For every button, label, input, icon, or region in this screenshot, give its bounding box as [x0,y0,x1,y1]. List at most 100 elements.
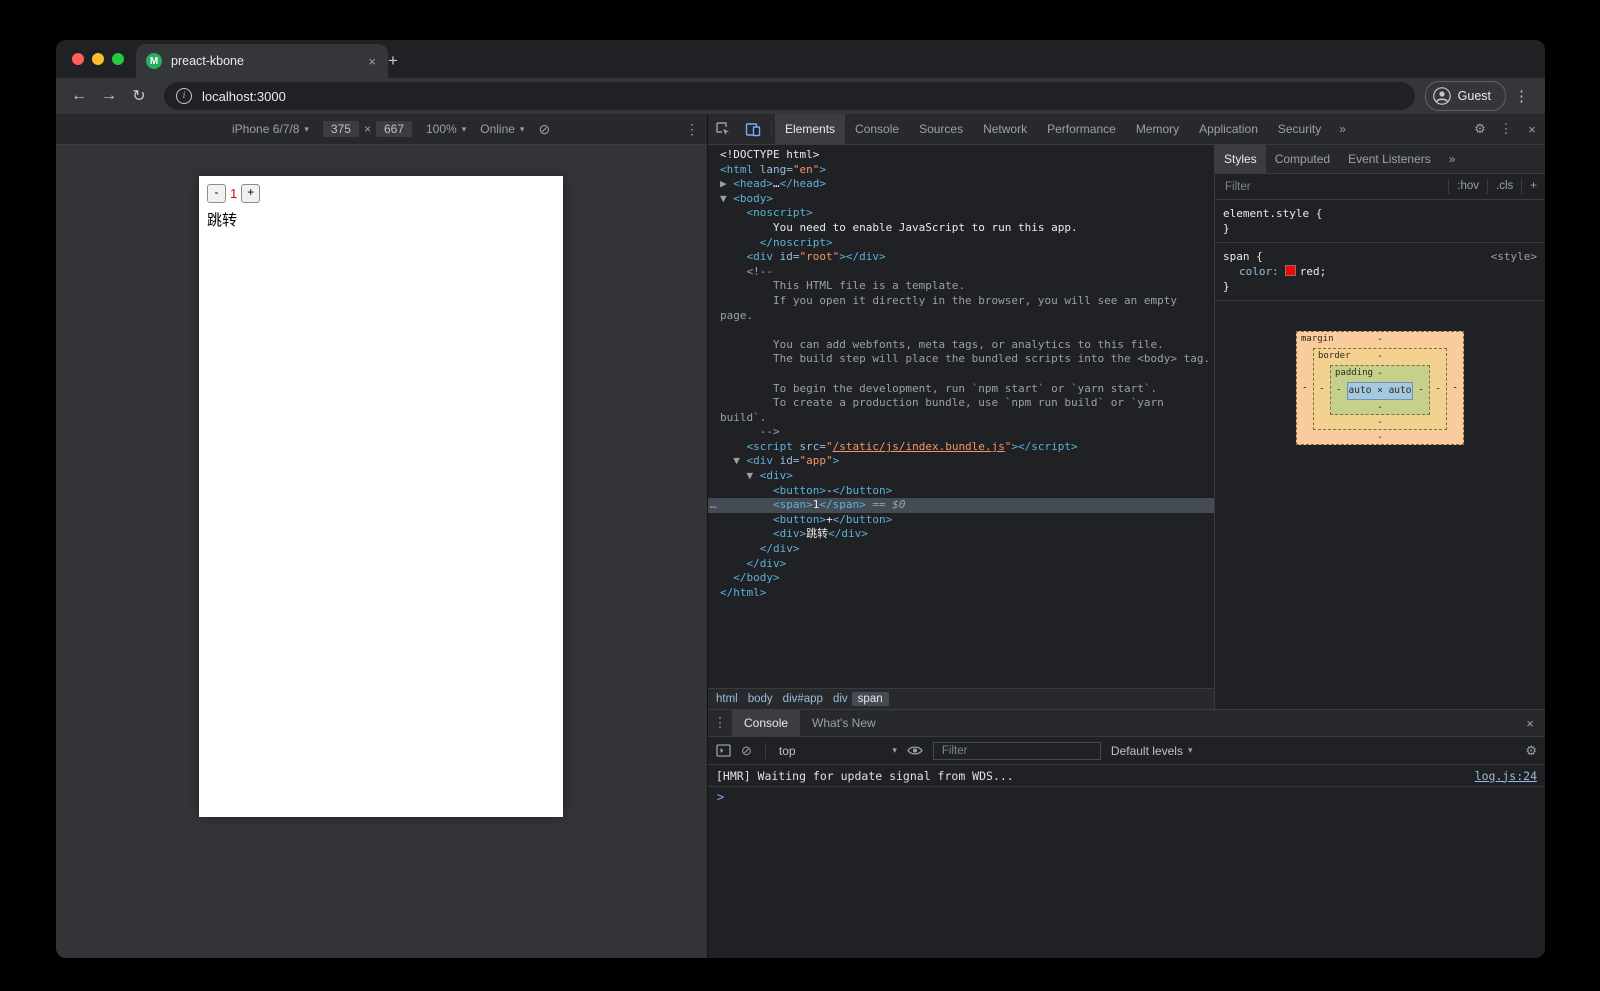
css-declaration[interactable]: color:red; [1223,264,1537,279]
node-menu-dots[interactable]: … [710,498,717,513]
devtools-tab-application[interactable]: Application [1189,114,1268,144]
rule-selector[interactable]: span { [1223,249,1263,264]
toggle-class-button[interactable]: .cls [1487,179,1521,194]
console-prompt[interactable]: > [708,787,1545,807]
dom-tree-line[interactable]: </html> [708,586,1214,601]
dom-tree-line[interactable]: You need to enable JavaScript to run thi… [708,221,1214,236]
dom-tree-line[interactable]: <noscript> [708,206,1214,221]
device-height-input[interactable]: 667 [376,121,412,137]
more-tabs-icon[interactable]: » [1331,114,1354,144]
breadcrumb-div-app[interactable]: div#app [783,693,823,705]
rule-source-link[interactable]: <style> [1491,249,1537,264]
devtools-settings-icon[interactable]: ⚙ [1467,121,1493,137]
reload-icon[interactable]: ↻ [124,86,154,106]
throttling-select[interactable]: Online ▾ [480,122,524,136]
inspect-element-icon[interactable] [708,114,738,144]
console-sidebar-icon[interactable] [716,744,731,757]
profile-button[interactable]: Guest [1425,81,1506,111]
dom-tree-line[interactable]: <!DOCTYPE html> [708,148,1214,163]
dom-tree-line[interactable]: ▶ <head>…</head> [708,177,1214,192]
devtools-tab-memory[interactable]: Memory [1126,114,1189,144]
devtools-tab-performance[interactable]: Performance [1037,114,1126,144]
live-expression-eye-icon[interactable] [907,745,923,756]
dom-tree-line[interactable]: The build step will place the bundled sc… [708,352,1214,367]
device-width-input[interactable]: 375 [323,121,359,137]
dom-tree-line[interactable]: <div id="root"></div> [708,250,1214,265]
dom-tree-line[interactable]: </noscript> [708,236,1214,251]
url-bar[interactable]: i localhost:3000 [164,82,1415,110]
color-swatch[interactable] [1285,265,1296,276]
styles-more-tabs-icon[interactable]: » [1440,145,1465,173]
box-model-margin[interactable]: margin - - - - border - - - - [1296,331,1464,445]
devtools-tab-elements[interactable]: Elements [775,114,845,144]
console-tab-console[interactable]: Console [732,710,800,736]
window-zoom-button[interactable] [112,53,124,65]
dom-tree-line[interactable]: <button>+</button> [708,513,1214,528]
window-close-button[interactable] [72,53,84,65]
drawer-menu-icon[interactable]: ⋮ [708,715,732,731]
dom-tree-line[interactable]: ▼ <div> [708,469,1214,484]
new-style-rule-button[interactable]: + [1521,179,1545,194]
log-levels-select[interactable]: Default levels ▾ [1111,744,1193,758]
dom-tree-line[interactable]: ▼ <div id="app"> [708,454,1214,469]
styles-tab-styles[interactable]: Styles [1215,145,1266,173]
dom-tree-line[interactable]: <script src="/static/js/index.bundle.js"… [708,440,1214,455]
console-tab-what-s-new[interactable]: What's New [800,710,888,736]
dom-tree-line[interactable]: build`. [708,411,1214,426]
dom-tree-line-selected[interactable]: … <span>1</span> == $0 [708,498,1214,513]
device-select[interactable]: iPhone 6/7/8 ▾ [232,122,309,136]
dom-tree-line[interactable]: This HTML file is a template. [708,279,1214,294]
toggle-device-toolbar-icon[interactable] [738,114,768,144]
devtools-tab-console[interactable]: Console [845,114,909,144]
clear-console-icon[interactable]: ⊘ [741,743,752,759]
box-model-content[interactable]: auto × auto [1347,382,1413,400]
breadcrumb-span[interactable]: span [852,692,889,706]
devtools-tab-network[interactable]: Network [973,114,1037,144]
page-minus-button[interactable]: - [207,184,226,203]
device-toolbar-menu-icon[interactable]: ⋮ [685,121,699,138]
dom-tree-line[interactable]: <html lang="en"> [708,163,1214,178]
dom-tree-line[interactable]: </div> [708,557,1214,572]
back-icon[interactable]: ← [64,87,94,105]
dom-tree-line[interactable] [708,367,1214,382]
toggle-hover-state-button[interactable]: :hov [1448,179,1487,194]
dom-tree-line[interactable]: </div> [708,542,1214,557]
console-log-source-link[interactable]: log.js:24 [1475,769,1537,783]
dom-tree-line[interactable] [708,323,1214,338]
styles-filter-input[interactable] [1223,180,1448,194]
devtools-menu-icon[interactable]: ⋮ [1493,121,1519,137]
devtools-tab-sources[interactable]: Sources [909,114,973,144]
browser-menu-icon[interactable]: ⋮ [1506,87,1537,105]
breadcrumb-body[interactable]: body [748,693,773,705]
breadcrumb-div[interactable]: div [833,693,848,705]
box-model-border[interactable]: border - - - - padding - - - [1313,348,1447,430]
dom-tree-line[interactable]: <!-- [708,265,1214,280]
console-filter-input[interactable] [940,744,1094,758]
dom-tree-line[interactable]: page. [708,309,1214,324]
element-style-open[interactable]: element.style { [1223,206,1537,221]
styles-tab-computed[interactable]: Computed [1266,145,1339,173]
page-plus-button[interactable]: + [241,184,260,203]
dom-tree-line[interactable]: </body> [708,571,1214,586]
dom-tree-line[interactable]: To create a production bundle, use `npm … [708,396,1214,411]
forward-icon[interactable]: → [94,87,124,105]
breadcrumb-html[interactable]: html [716,693,738,705]
page-jump-link[interactable]: 跳转 [207,209,555,230]
console-settings-icon[interactable]: ⚙ [1525,743,1537,759]
rotate-device-icon[interactable]: ⊘ [538,121,550,138]
tab-close-icon[interactable]: × [366,54,378,69]
dom-tree-line[interactable]: <button>-</button> [708,484,1214,499]
dom-tree-line[interactable]: You can add webfonts, meta tags, or anal… [708,338,1214,353]
drawer-close-icon[interactable]: × [1515,716,1545,731]
zoom-select[interactable]: 100% ▾ [426,122,466,136]
dom-tree-line[interactable]: <div>跳转</div> [708,527,1214,542]
box-model-padding[interactable]: padding - - - - auto × auto [1330,365,1430,415]
window-minimize-button[interactable] [92,53,104,65]
site-info-icon[interactable]: i [176,88,192,104]
new-tab-button[interactable]: + [382,51,404,71]
execution-context-select[interactable]: top ▾ [779,744,897,758]
dom-tree-line[interactable]: To begin the development, run `npm start… [708,382,1214,397]
dom-tree-line[interactable]: If you open it directly in the browser, … [708,294,1214,309]
devtools-close-icon[interactable]: × [1519,122,1545,137]
styles-tab-event-listeners[interactable]: Event Listeners [1339,145,1440,173]
